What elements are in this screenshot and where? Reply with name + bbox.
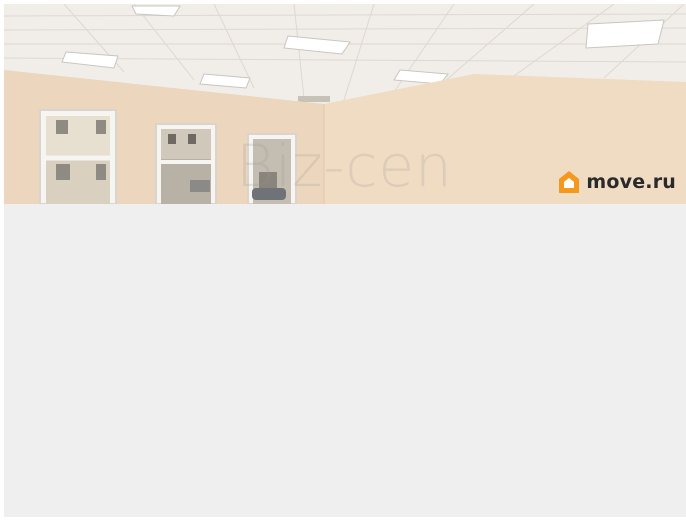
listing-photo[interactable]: Biz-cen move.ru xyxy=(4,4,686,204)
empty-content-area xyxy=(4,204,686,517)
watermark-text: Biz-cen xyxy=(236,132,453,200)
brand-name: move.ru xyxy=(586,171,676,193)
house-logo-icon xyxy=(558,170,580,194)
brand-logo[interactable]: move.ru xyxy=(558,170,676,194)
screenshot-frame: Biz-cen move.ru xyxy=(4,4,686,517)
